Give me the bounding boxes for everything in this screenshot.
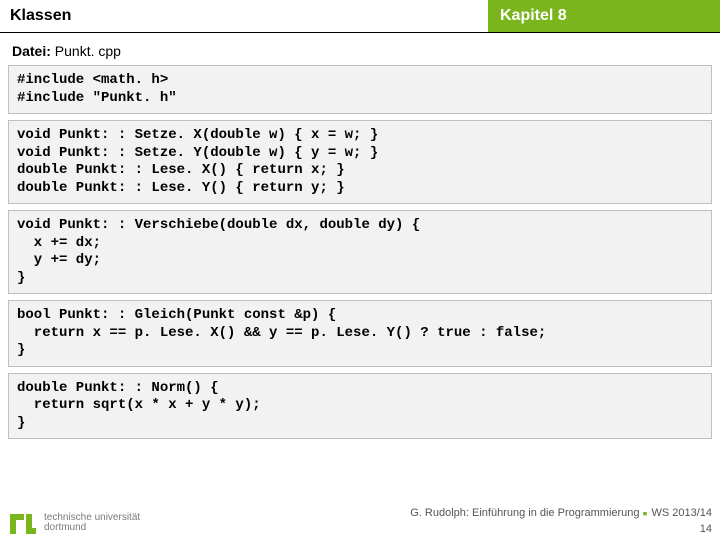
code-verschiebe: void Punkt: : Verschiebe(double dx, doub… bbox=[8, 210, 712, 294]
footer-term: WS 2013/14 bbox=[651, 507, 712, 519]
code-includes: #include <math. h> #include "Punkt. h" bbox=[8, 65, 712, 114]
footer-page: 14 bbox=[700, 523, 712, 535]
file-label: Datei: bbox=[12, 43, 51, 59]
slide-header: Klassen Kapitel 8 bbox=[0, 0, 720, 33]
header-title-right: Kapitel 8 bbox=[488, 0, 720, 32]
file-label-line: Datei: Punkt. cpp bbox=[0, 33, 720, 65]
university-logo: technische universität dortmund bbox=[8, 510, 140, 536]
footer-author: G. Rudolph: Einführung in die Programmie… bbox=[410, 507, 639, 519]
code-setters-getters: void Punkt: : Setze. X(double w) { x = w… bbox=[8, 120, 712, 204]
slide-footer: technische universität dortmund G. Rudol… bbox=[8, 504, 712, 536]
university-name: technische universität dortmund bbox=[44, 513, 140, 534]
tu-logo-icon bbox=[8, 510, 38, 536]
code-gleich: bool Punkt: : Gleich(Punkt const &p) { r… bbox=[8, 300, 712, 367]
code-norm: double Punkt: : Norm() { return sqrt(x *… bbox=[8, 373, 712, 440]
footer-meta: G. Rudolph: Einführung in die Programmie… bbox=[410, 504, 712, 536]
header-title-left: Klassen bbox=[0, 0, 488, 32]
file-name: Punkt. cpp bbox=[55, 43, 121, 59]
university-name-bottom: dortmund bbox=[44, 523, 140, 534]
